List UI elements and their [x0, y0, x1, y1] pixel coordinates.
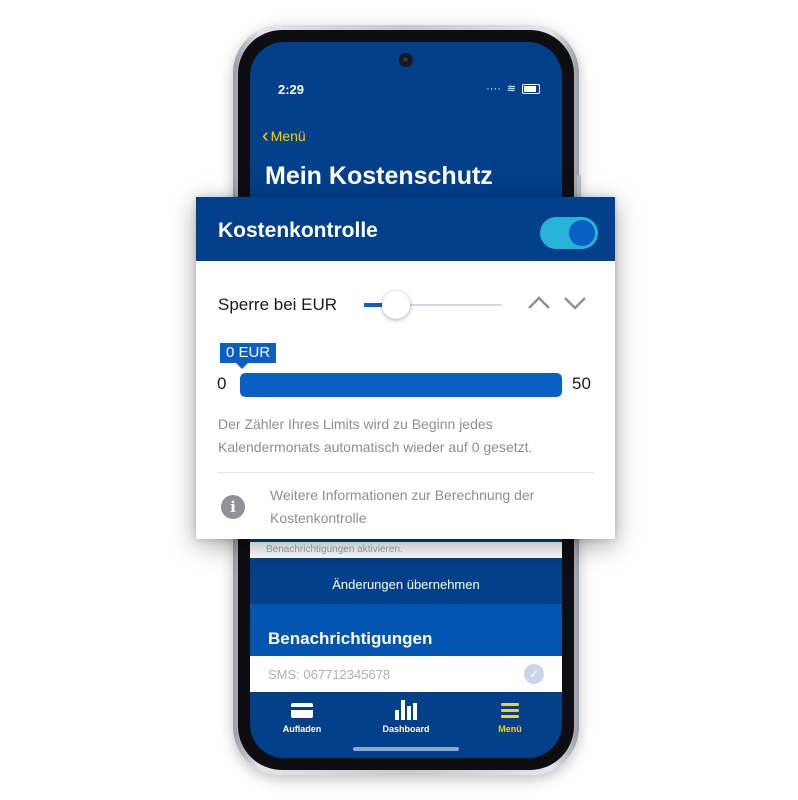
chevron-down-icon[interactable]: [562, 293, 588, 313]
current-value-bubble: 0 EUR: [220, 343, 277, 369]
signal-icon: ····: [486, 82, 501, 95]
status-icons: ···· ≋: [486, 82, 540, 95]
back-label: Menü: [270, 128, 306, 144]
page-title: Mein Kostenschutz: [265, 162, 493, 190]
front-camera: [399, 53, 413, 67]
chevron-left-icon: ‹: [262, 125, 269, 147]
check-icon[interactable]: ✓: [524, 664, 544, 684]
more-info-link[interactable]: Weitere Informationen zur Berechnung der…: [270, 484, 600, 530]
usage-bar-fill: [240, 373, 562, 397]
usage-bar: [240, 373, 562, 397]
wifi-icon: ≋: [506, 83, 516, 95]
cost-control-card: Kostenkontrolle Sperre bei EUR 0 EUR 0 5…: [196, 197, 615, 539]
bar-chart-icon: [395, 700, 417, 720]
limit-slider[interactable]: [364, 290, 502, 320]
apply-changes-button[interactable]: Änderungen übernehmen: [250, 564, 562, 604]
battery-icon: [522, 83, 540, 94]
slider-thumb[interactable]: [382, 291, 410, 319]
chevron-up-icon[interactable]: [526, 293, 552, 313]
home-indicator: [353, 747, 459, 751]
slider-fill: [364, 303, 384, 307]
menu-icon: [501, 702, 519, 718]
tab-label: Aufladen: [282, 724, 322, 734]
notifications-title: Benachrichtigungen: [250, 604, 562, 656]
card-icon: [291, 702, 313, 718]
info-icon[interactable]: i: [221, 495, 245, 519]
step-arrows: [526, 293, 588, 313]
cost-control-toggle[interactable]: [540, 217, 598, 249]
sms-label: SMS: 067712345678: [268, 666, 391, 682]
range-min: 0: [217, 374, 227, 393]
reset-info-text: Der Zähler Ihres Limits wird zu Beginn j…: [218, 416, 533, 455]
toggle-knob: [569, 220, 595, 246]
divider: [218, 472, 594, 473]
range-max: 50: [572, 374, 591, 393]
tab-label: Menü: [498, 724, 522, 734]
back-button[interactable]: ‹ Menü: [262, 125, 306, 147]
sms-notification-row[interactable]: SMS: 067712345678 ✓: [250, 656, 562, 692]
status-time: 2:29: [278, 82, 305, 97]
cost-control-header: Kostenkontrolle: [196, 197, 615, 261]
limit-label: Sperre bei EUR: [218, 295, 338, 314]
tab-aufladen[interactable]: Aufladen: [250, 692, 354, 758]
cost-control-title: Kostenkontrolle: [218, 219, 378, 242]
partial-hidden-text: Benachrichtigungen aktivieren.: [250, 542, 562, 558]
tab-menu[interactable]: Menü: [458, 692, 562, 758]
tab-label: Dashboard: [382, 724, 430, 734]
